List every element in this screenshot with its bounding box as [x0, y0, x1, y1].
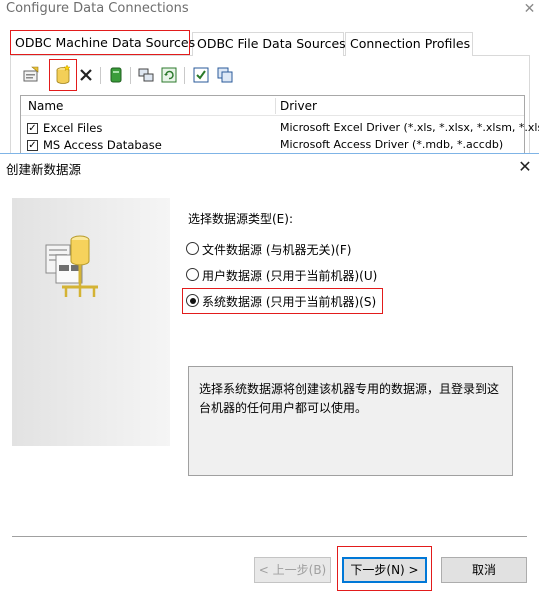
radio-button[interactable] — [186, 242, 199, 255]
connect-icon[interactable] — [135, 64, 157, 86]
radio-label: 文件数据源 (与机器无关)(F) — [202, 243, 352, 257]
radio-label: 系统数据源 (只用于当前机器)(S) — [202, 295, 377, 309]
radio-button-selected[interactable] — [186, 294, 199, 307]
row-checkbox[interactable]: ✓ — [27, 140, 38, 151]
create-new-data-source-dialog: 创建新数据源 ✕ 选择数据源类型(E): 文件数据源 (与机器无关)(F) 用户… — [0, 153, 539, 597]
data-source-driver: Microsoft Access Driver (*.mdb, *.accdb) — [280, 138, 504, 151]
add-data-source-icon[interactable] — [52, 64, 74, 86]
dialog-title: 创建新数据源 — [6, 162, 82, 177]
tab-label: Connection Profiles — [350, 36, 471, 51]
list-item[interactable]: ✓ MS Access Database Microsoft Access Dr… — [21, 137, 524, 154]
list-header: Name Driver — [21, 96, 524, 116]
row-checkbox[interactable]: ✓ — [27, 123, 38, 134]
select-all-icon[interactable] — [190, 64, 212, 86]
back-button[interactable]: < 上一步(B) — [254, 557, 331, 583]
next-button[interactable]: 下一步(N) > — [342, 557, 427, 583]
toolbar-separator — [100, 67, 101, 84]
configure-data-connections-window: Configure Data Connections ✕ ODBC Machin… — [0, 0, 539, 160]
tab-connection-profiles[interactable]: Connection Profiles — [345, 32, 473, 56]
close-icon[interactable]: ✕ — [520, 0, 539, 18]
data-source-name: MS Access Database — [43, 138, 162, 152]
toolbar — [20, 59, 250, 91]
wizard-side-panel — [12, 198, 170, 446]
window-title: Configure Data Connections — [6, 1, 189, 16]
cancel-button[interactable]: 取消 — [441, 557, 527, 583]
list-item[interactable]: ✓ Excel Files Microsoft Excel Driver (*.… — [21, 120, 539, 137]
radio-label: 用户数据源 (只用于当前机器)(U) — [202, 269, 378, 283]
tab-strip: ODBC Machine Data Sources ODBC File Data… — [10, 30, 530, 56]
data-source-name: Excel Files — [43, 121, 103, 135]
divider — [12, 536, 527, 537]
column-separator[interactable] — [275, 98, 276, 114]
column-header-name[interactable]: Name — [28, 99, 63, 113]
tab-odbc-file-data-sources[interactable]: ODBC File Data Sources — [192, 32, 346, 56]
option-description-box: 选择系统数据源将创建该机器专用的数据源，且登录到这台机器的任何用户都可以使用。 — [188, 366, 513, 476]
data-source-driver: Microsoft Excel Driver (*.xls, *.xlsx, *… — [280, 121, 539, 134]
tab-label: ODBC Machine Data Sources — [15, 35, 196, 50]
tab-odbc-machine-data-sources[interactable]: ODBC Machine Data Sources — [10, 30, 195, 56]
properties-icon[interactable] — [20, 64, 42, 86]
option-description: 选择系统数据源将创建该机器专用的数据源，且登录到这台机器的任何用户都可以使用。 — [199, 382, 500, 415]
close-icon[interactable]: ✕ — [514, 156, 536, 178]
radio-button[interactable] — [186, 268, 199, 281]
data-source-list: Name Driver ✓ Excel Files Microsoft Exce… — [20, 95, 539, 160]
data-source-wizard-icon — [45, 235, 98, 297]
dialog-titlebar[interactable]: 创建新数据源 ✕ — [0, 154, 539, 180]
database-icon[interactable] — [105, 64, 127, 86]
column-header-driver[interactable]: Driver — [280, 99, 317, 113]
toolbar-separator — [184, 67, 185, 84]
copy-icon[interactable] — [214, 64, 236, 86]
refresh-icon[interactable] — [158, 64, 180, 86]
delete-icon[interactable] — [75, 64, 97, 86]
toolbar-separator — [130, 67, 131, 84]
data-source-type-prompt: 选择数据源类型(E): — [188, 212, 293, 226]
tab-label: ODBC File Data Sources — [197, 36, 346, 51]
